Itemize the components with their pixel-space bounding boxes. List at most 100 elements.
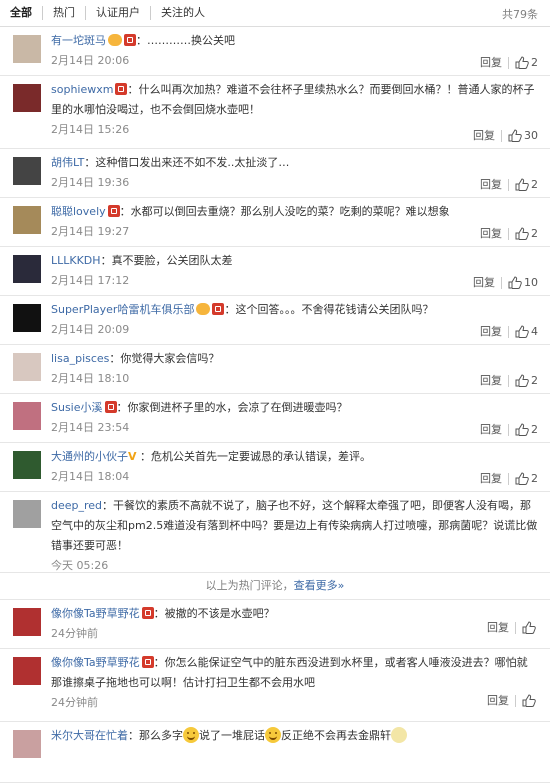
thumbs-up-icon [522, 621, 536, 634]
colon-separator: ： [100, 254, 112, 267]
colon-separator: ： [102, 499, 114, 512]
comment-time: 24分钟前 [51, 696, 98, 709]
comment-text: 真不要脸，公关团队太差 [111, 254, 233, 267]
thumbs-up-icon [515, 325, 529, 338]
comment-time: 2月14日 17:12 [51, 274, 130, 287]
comment-item: 像你像Ta野草野花 ：你怎么能保证空气中的脏东西没进到水杯里，或者客人唾液没进去？… [0, 649, 550, 722]
avatar[interactable] [13, 402, 41, 430]
reply-button[interactable]: 回复 [480, 423, 509, 436]
like-button[interactable]: 10 [508, 276, 538, 289]
member-badge-icon [141, 656, 154, 668]
reply-button[interactable]: 回复 [480, 472, 509, 485]
comment-text: 水都可以倒回去重烧？那么别人没吃的菜？吃剩的菜呢？难以想象 [130, 205, 450, 218]
smile-emoji-icon [265, 727, 281, 743]
like-button[interactable]: 2 [515, 178, 538, 191]
comment-username[interactable]: LLLKKDH [51, 254, 101, 267]
comment-username[interactable]: 像你像Ta野草野花 [51, 656, 140, 669]
avatar[interactable] [13, 451, 41, 479]
reply-button[interactable]: 回复 [473, 129, 502, 142]
reply-button[interactable]: 回复 [480, 325, 509, 338]
like-button[interactable]: 2 [515, 423, 538, 436]
verified-v-icon: V [128, 450, 137, 463]
avatar[interactable] [13, 35, 41, 63]
comment-item: 大通州的小伙子V ：危机公关首先一定要诚恳的承认错误，差评。 2月14日 18:04… [0, 443, 550, 492]
reply-button[interactable]: 回复 [487, 621, 516, 634]
comment-time: 2月14日 15:26 [51, 123, 130, 136]
colon-separator: ： [140, 450, 151, 463]
reply-button[interactable]: 回复 [473, 276, 502, 289]
avatar[interactable] [13, 255, 41, 283]
reply-button[interactable]: 回复 [480, 227, 509, 240]
avatar[interactable] [13, 157, 41, 185]
comment-username[interactable]: 像你像Ta野草野花 [51, 607, 140, 620]
like-count: 2 [531, 227, 538, 240]
comment-time: 2月14日 18:10 [51, 372, 130, 385]
like-count: 2 [531, 178, 538, 191]
comment-item: LLLKKDH：真不要脸，公关团队太差 2月14日 17:12 回复 10 [0, 247, 550, 296]
like-button[interactable] [522, 621, 538, 634]
comment-time: 24分钟前 [51, 627, 98, 640]
comment-time: 2月14日 23:54 [51, 421, 130, 434]
tab-following[interactable]: 关注的人 [150, 6, 215, 20]
avatar[interactable] [13, 353, 41, 381]
avatar[interactable] [13, 206, 41, 234]
like-button[interactable] [522, 694, 538, 707]
member-badge-icon [141, 607, 154, 619]
member-badge-icon [104, 401, 117, 413]
avatar[interactable] [13, 657, 41, 685]
avatar[interactable] [13, 730, 41, 758]
colon-separator: ： [109, 352, 121, 365]
colon-separator: ： [116, 401, 128, 414]
comment-username[interactable]: lisa_pisces [51, 352, 109, 365]
thumbs-up-icon [508, 276, 522, 289]
comment-username[interactable]: Susie小溪 [51, 401, 103, 414]
tab-all[interactable]: 全部 [10, 6, 42, 20]
comment-text: 危机公关首先一定要诚恳的承认错误，差评。 [151, 450, 371, 463]
hot-comments-footer: 以上为热门评论，查看更多» [0, 573, 550, 600]
tab-hot[interactable]: 热门 [42, 6, 85, 20]
thumbs-up-icon [515, 423, 529, 436]
comment-text: 你怎么能保证空气中的脏东西没进到水杯里，或者客人唾液没进去？哪怕就 [164, 656, 528, 669]
like-button[interactable]: 2 [515, 374, 538, 387]
comment-item: 像你像Ta野草野花 ：被撤的不该是水壶吧？ 24分钟前 回复 [0, 600, 550, 649]
tab-verified[interactable]: 认证用户 [85, 6, 150, 20]
like-count: 2 [531, 374, 538, 387]
colon-separator: ： [127, 83, 139, 96]
colon-separator: ： [119, 205, 131, 218]
like-count: 2 [531, 472, 538, 485]
comment-username[interactable]: 米尔大哥在忙着 [51, 729, 128, 742]
like-button[interactable]: 2 [515, 56, 538, 69]
comment-username[interactable]: 有一坨斑马 [51, 34, 106, 47]
comment-username[interactable]: 胡伟LT [51, 156, 84, 169]
see-more-link[interactable]: 查看更多» [294, 579, 345, 592]
reply-button[interactable]: 回复 [480, 178, 509, 191]
comment-username[interactable]: deep_red [51, 499, 102, 512]
colon-separator: ： [136, 34, 147, 47]
like-button[interactable]: 2 [515, 227, 538, 240]
member-badge-icon [107, 205, 120, 217]
comment-text: 被撤的不该是水壶吧？ [164, 607, 275, 620]
avatar[interactable] [13, 500, 41, 528]
colon-separator: ： [153, 656, 165, 669]
reply-button[interactable]: 回复 [487, 694, 516, 707]
comment-list: 有一坨斑马 ：…………换公关吧 2月14日 20:06 回复 2 sophiewxm ：什么… [0, 27, 550, 573]
thumbs-up-icon [522, 694, 536, 707]
comment-username[interactable]: 大通州的小伙子 [51, 450, 128, 463]
reply-button[interactable]: 回复 [480, 56, 509, 69]
comment-username[interactable]: SuperPlayer哈雷机车俱乐部 [51, 303, 194, 316]
avatar[interactable] [13, 608, 41, 636]
avatar[interactable] [13, 304, 41, 332]
avatar[interactable] [13, 84, 41, 112]
like-count: 4 [531, 325, 538, 338]
comment-text: …………换公关吧 [147, 34, 235, 47]
like-button[interactable]: 30 [508, 129, 538, 142]
comment-username[interactable]: sophiewxm [51, 83, 113, 96]
hot-comments-note: 以上为热门评论， [205, 579, 294, 592]
reply-button[interactable]: 回复 [480, 374, 509, 387]
comment-time: 2月14日 20:09 [51, 323, 130, 336]
like-button[interactable]: 4 [515, 325, 538, 338]
like-button[interactable]: 2 [515, 472, 538, 485]
comment-username[interactable]: 聪聪lovely [51, 205, 106, 218]
like-count: 30 [524, 129, 538, 142]
comment-text: 那么多字 [139, 729, 183, 742]
